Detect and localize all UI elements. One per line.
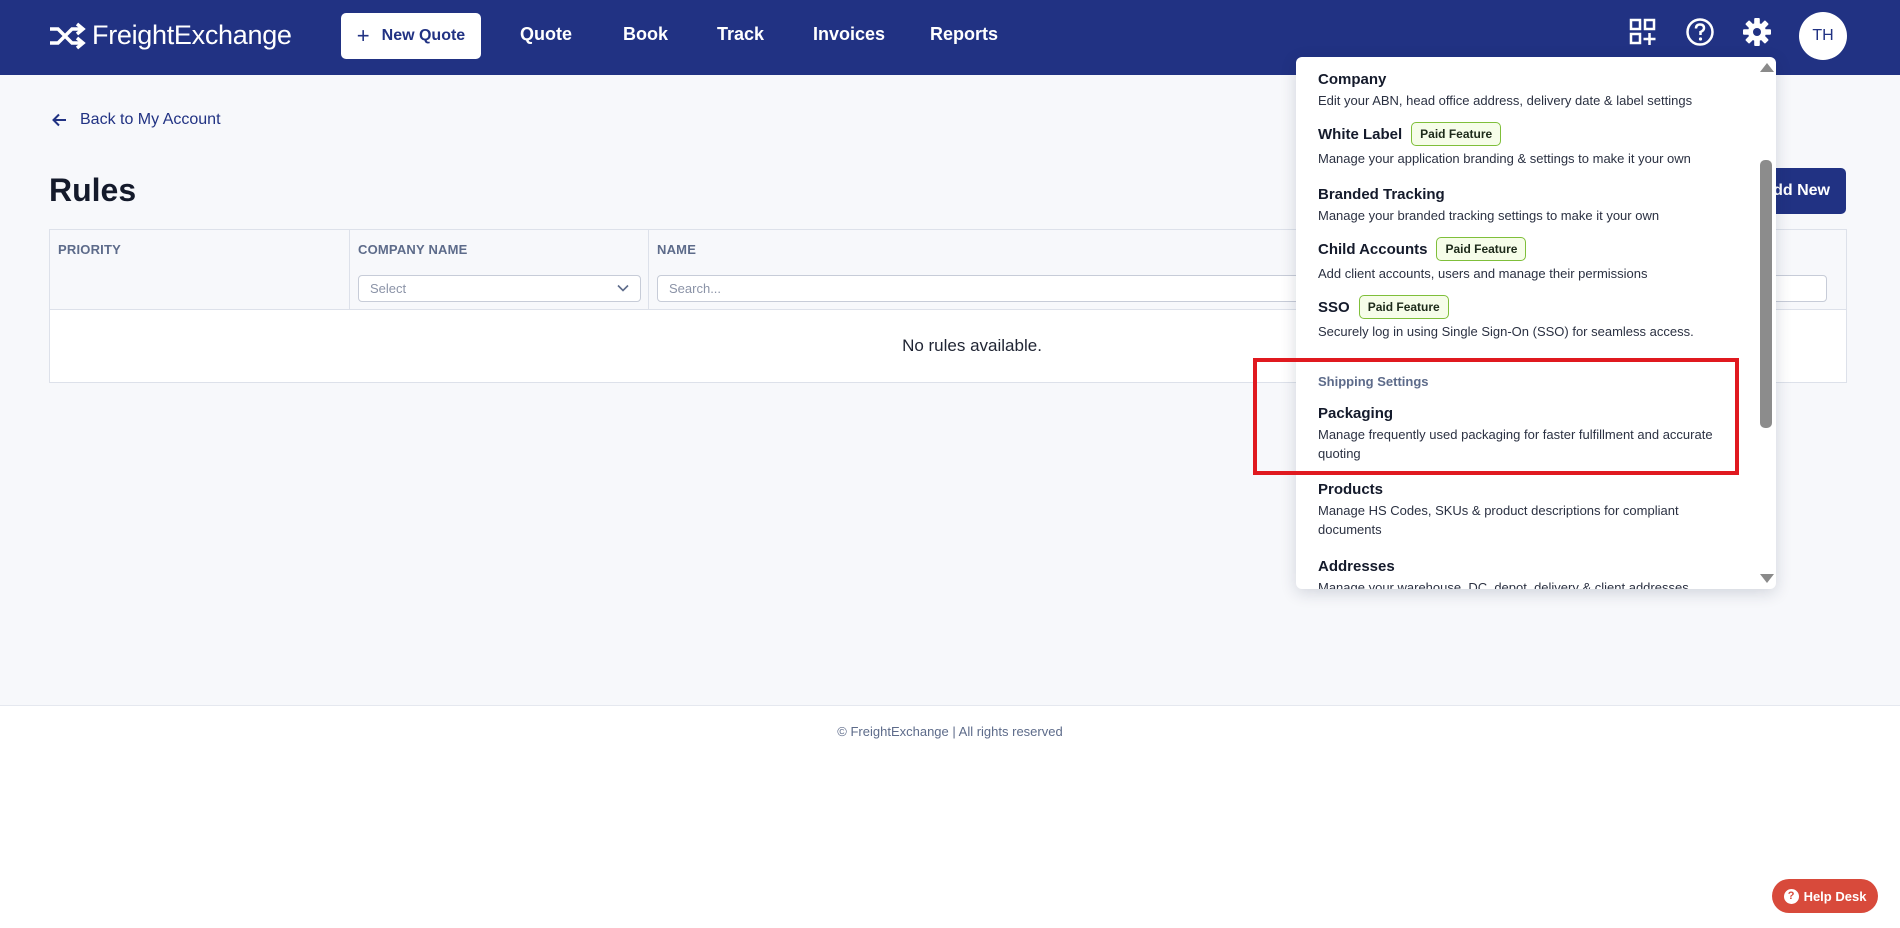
paid-feature-badge: Paid Feature: [1436, 237, 1527, 261]
settings-dropdown: Company Edit your ABN, head office addre…: [1296, 57, 1776, 589]
menu-item-desc: Manage frequently used packaging for fas…: [1318, 427, 1713, 461]
empty-message: No rules available.: [902, 336, 1042, 355]
menu-item-packaging[interactable]: Packaging Manage frequently used packagi…: [1318, 405, 1738, 463]
menu-item-title: White Label: [1318, 125, 1403, 143]
help-desk-button[interactable]: ? Help Desk: [1772, 879, 1878, 913]
menu-item-title: Packaging: [1318, 405, 1394, 422]
name-search-placeholder: Search...: [669, 281, 722, 296]
scroll-down-arrow-icon[interactable]: [1760, 574, 1774, 583]
menu-item-title: SSO: [1318, 298, 1350, 316]
menu-item-desc: Securely log in using Single Sign-On (SS…: [1318, 324, 1694, 339]
menu-item-title: Products: [1318, 481, 1384, 498]
company-select-value: Select: [370, 281, 407, 296]
chevron-down-icon: [617, 284, 629, 292]
column-company-label: COMPANY NAME: [358, 242, 468, 257]
menu-item-desc: Add client accounts, users and manage th…: [1318, 266, 1648, 281]
menu-item-child-accounts[interactable]: Child Accounts Paid Feature Add client ac…: [1318, 237, 1738, 283]
shipping-settings-heading: Shipping Settings: [1318, 374, 1429, 389]
paid-feature-badge: Paid Feature: [1411, 122, 1502, 146]
column-name-label: NAME: [657, 242, 697, 257]
menu-item-products[interactable]: Products Manage HS Codes, SKUs & product…: [1318, 481, 1738, 539]
apps-grid-icon[interactable]: [1628, 17, 1658, 47]
brand-logo[interactable]: FreightExchange: [48, 20, 292, 51]
menu-item-white-label[interactable]: White Label Paid Feature Manage your appl…: [1318, 122, 1738, 168]
menu-item-title: Child Accounts: [1318, 240, 1428, 258]
scroll-up-arrow-icon[interactable]: [1760, 63, 1774, 72]
settings-menu-list[interactable]: Company Edit your ABN, head office addre…: [1296, 57, 1756, 589]
page-title: Rules: [49, 172, 137, 208]
scrollbar-thumb[interactable]: [1760, 160, 1772, 428]
nav-quote[interactable]: Quote: [520, 24, 572, 45]
column-priority-label: PRIORITY: [58, 242, 121, 257]
help-desk-label: Help Desk: [1803, 888, 1867, 904]
gear-icon[interactable]: [1742, 17, 1772, 47]
arrow-left-icon: [52, 113, 66, 127]
menu-item-desc: Manage your branded tracking settings to…: [1318, 208, 1660, 223]
company-select[interactable]: Select: [358, 275, 641, 302]
menu-item-addresses[interactable]: Addresses Manage your warehouse, DC, dep…: [1318, 558, 1738, 589]
user-avatar[interactable]: TH: [1799, 12, 1847, 60]
paid-feature-badge: Paid Feature: [1358, 295, 1449, 319]
menu-item-desc: Manage your application branding & setti…: [1318, 151, 1691, 166]
column-priority[interactable]: PRIORITY: [50, 230, 350, 309]
menu-item-desc: Manage HS Codes, SKUs & product descript…: [1318, 503, 1679, 537]
shuffle-logo-icon: [50, 22, 86, 49]
menu-item-sso[interactable]: SSO Paid Feature Securely log in using Si…: [1318, 295, 1738, 341]
menu-item-desc: Edit your ABN, head office address, deli…: [1318, 93, 1693, 108]
menu-item-branded-tracking[interactable]: Branded Tracking Manage your branded tra…: [1318, 186, 1738, 225]
footer: © FreightExchange | All rights reserved: [0, 705, 1900, 928]
nav-book[interactable]: Book: [623, 24, 668, 45]
menu-item-title: Branded Tracking: [1318, 186, 1445, 203]
question-icon: ?: [1783, 888, 1799, 904]
nav-reports[interactable]: Reports: [930, 24, 998, 45]
nav-invoices[interactable]: Invoices: [813, 24, 885, 45]
menu-item-title: Addresses: [1318, 558, 1395, 575]
new-quote-label: New Quote: [381, 27, 466, 44]
menu-item-company[interactable]: Company Edit your ABN, head office addre…: [1318, 71, 1738, 110]
nav-track[interactable]: Track: [717, 24, 764, 45]
back-to-account-link[interactable]: Back to My Account: [50, 110, 221, 130]
back-link-label: Back to My Account: [80, 111, 221, 128]
menu-item-title: Company: [1318, 71, 1387, 88]
menu-scrollbar[interactable]: [1756, 57, 1776, 589]
help-icon[interactable]: [1685, 17, 1715, 47]
menu-item-desc: Manage your warehouse, DC, depot, delive…: [1318, 580, 1689, 589]
new-quote-button[interactable]: + New Quote: [341, 13, 481, 59]
brand-name: FreightExchange: [92, 20, 292, 50]
column-company-name[interactable]: COMPANY NAME Select: [350, 230, 649, 309]
plus-icon: +: [356, 23, 370, 48]
copyright-text: © FreightExchange | All rights reserved: [837, 724, 1063, 739]
